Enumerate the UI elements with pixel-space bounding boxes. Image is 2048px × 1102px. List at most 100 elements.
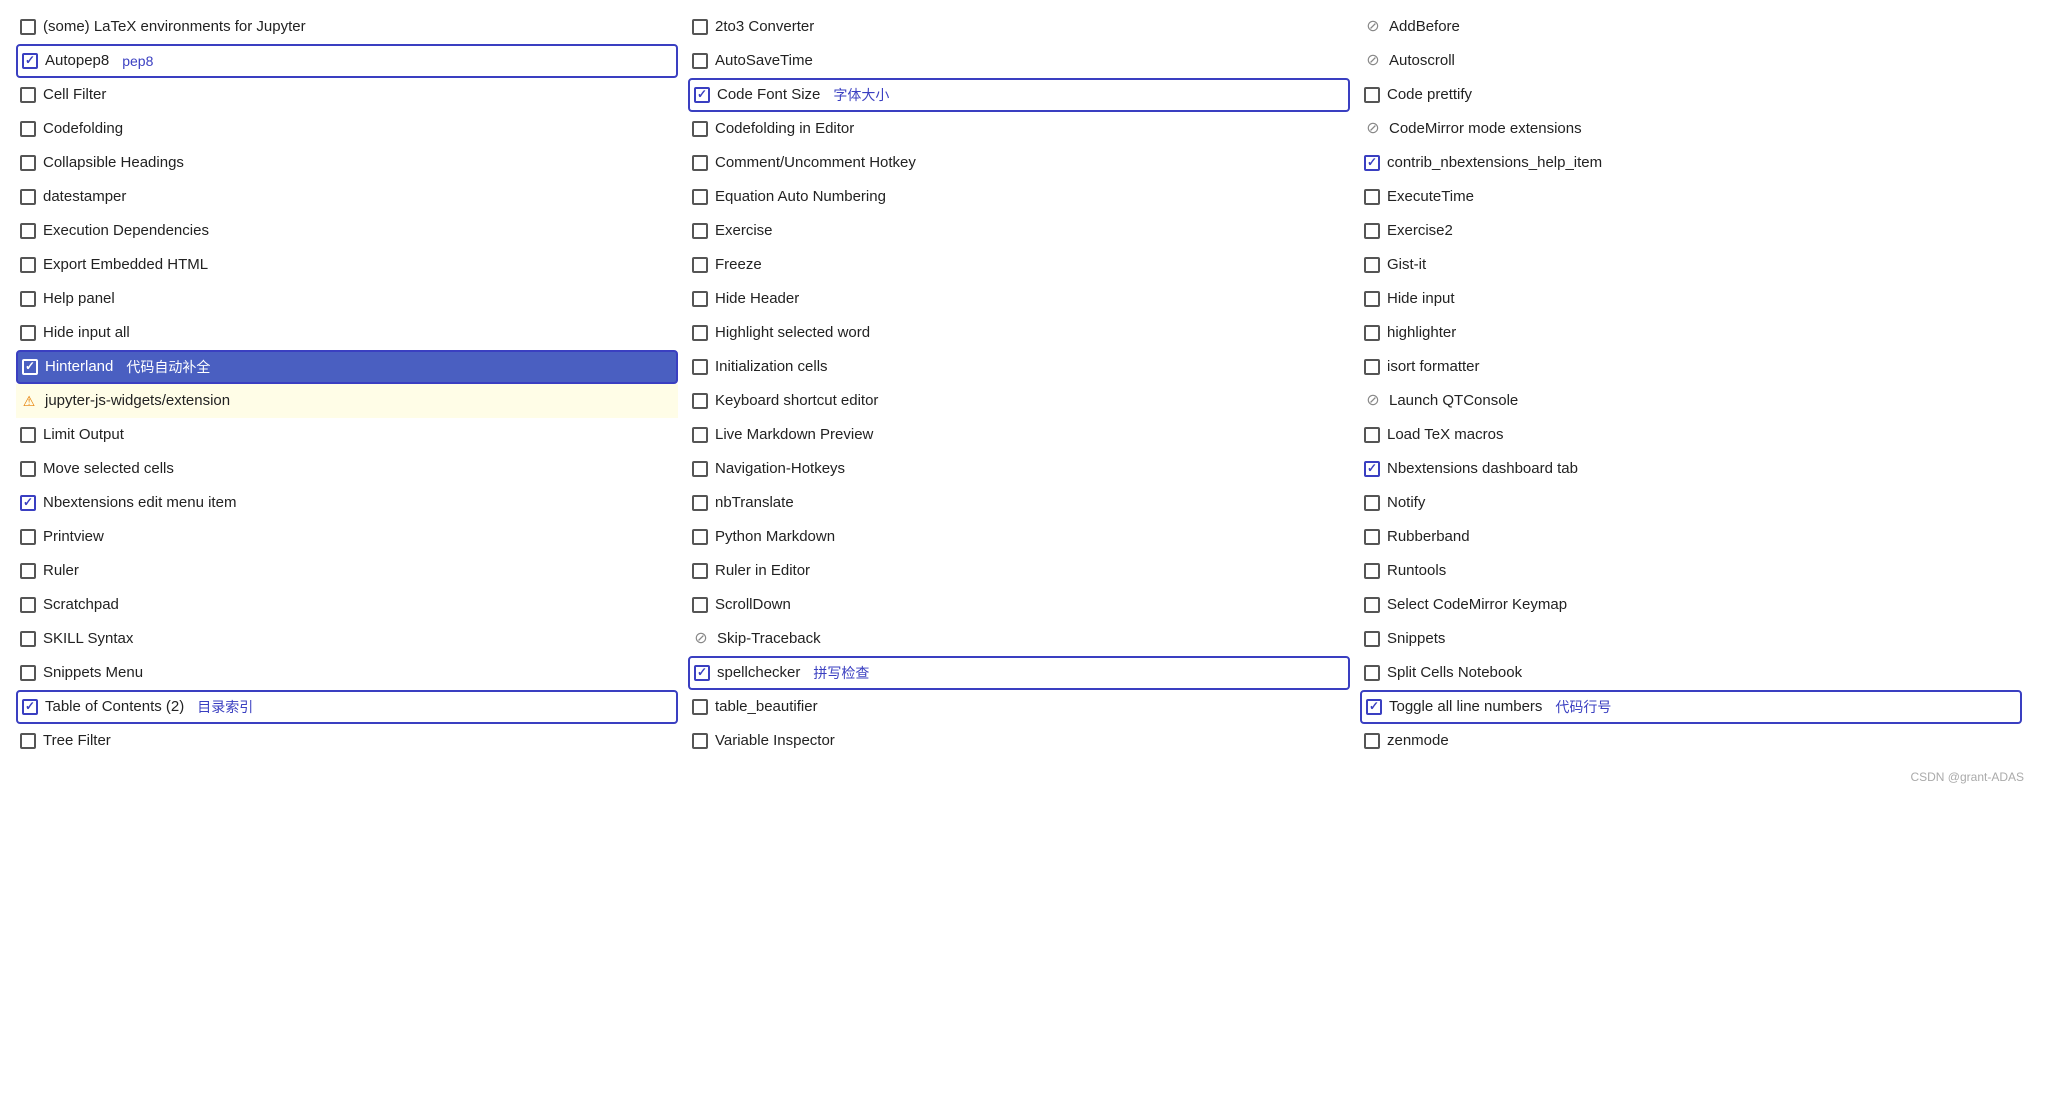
list-item-autosavetime[interactable]: AutoSaveTime xyxy=(688,44,1350,78)
checkbox-unchecked-scratchpad[interactable] xyxy=(20,597,36,613)
list-item-rubberband[interactable]: Rubberband xyxy=(1360,520,2022,554)
checkbox-unchecked-split-cells-notebook[interactable] xyxy=(1364,665,1380,681)
list-item-hide-header[interactable]: Hide Header xyxy=(688,282,1350,316)
checkbox-unchecked-nbtranslate[interactable] xyxy=(692,495,708,511)
list-item-codefolding[interactable]: Codefolding xyxy=(16,112,678,146)
list-item-skill-syntax[interactable]: SKILL Syntax xyxy=(16,622,678,656)
list-item-table-beautifier[interactable]: table_beautifier xyxy=(688,690,1350,724)
list-item-runtools[interactable]: Runtools xyxy=(1360,554,2022,588)
list-item-hinterland[interactable]: Hinterland代码自动补全 xyxy=(16,350,678,384)
checkbox-unchecked-rubberband[interactable] xyxy=(1364,529,1380,545)
checkbox-unchecked-ruler-in-editor[interactable] xyxy=(692,563,708,579)
checkbox-checked-toc2[interactable] xyxy=(22,699,38,715)
checkbox-unchecked-codefolding-editor[interactable] xyxy=(692,121,708,137)
list-item-tree-filter[interactable]: Tree Filter xyxy=(16,724,678,758)
checkbox-unchecked-load-tex-macros[interactable] xyxy=(1364,427,1380,443)
checkbox-unchecked-runtools[interactable] xyxy=(1364,563,1380,579)
checkbox-unchecked-collapsible-headings[interactable] xyxy=(20,155,36,171)
list-item-hide-input[interactable]: Hide input xyxy=(1360,282,2022,316)
list-item-highlighter[interactable]: highlighter xyxy=(1360,316,2022,350)
disabled-icon-autoscroll[interactable] xyxy=(1364,52,1382,70)
checkbox-unchecked-zenmode[interactable] xyxy=(1364,733,1380,749)
list-item-ruler-in-editor[interactable]: Ruler in Editor xyxy=(688,554,1350,588)
checkbox-unchecked-exercise2[interactable] xyxy=(1364,223,1380,239)
list-item-live-markdown-preview[interactable]: Live Markdown Preview xyxy=(688,418,1350,452)
checkbox-unchecked-limit-output[interactable] xyxy=(20,427,36,443)
checkbox-unchecked-isort-formatter[interactable] xyxy=(1364,359,1380,375)
checkbox-checked-contrib-nbextensions-help[interactable] xyxy=(1364,155,1380,171)
list-item-notify[interactable]: Notify xyxy=(1360,486,2022,520)
list-item-codefolding-editor[interactable]: Codefolding in Editor xyxy=(688,112,1350,146)
checkbox-unchecked-ruler[interactable] xyxy=(20,563,36,579)
list-item-snippets-menu[interactable]: Snippets Menu xyxy=(16,656,678,690)
list-item-hide-input-all[interactable]: Hide input all xyxy=(16,316,678,350)
checkbox-unchecked-freeze[interactable] xyxy=(692,257,708,273)
list-item-collapsible-headings[interactable]: Collapsible Headings xyxy=(16,146,678,180)
list-item-highlight-selected-word[interactable]: Highlight selected word xyxy=(688,316,1350,350)
checkbox-unchecked-highlight-selected-word[interactable] xyxy=(692,325,708,341)
list-item-nbtranslate[interactable]: nbTranslate xyxy=(688,486,1350,520)
checkbox-unchecked-skill-syntax[interactable] xyxy=(20,631,36,647)
list-item-help-panel[interactable]: Help panel xyxy=(16,282,678,316)
checkbox-unchecked-snippets-menu[interactable] xyxy=(20,665,36,681)
checkbox-unchecked-comment-uncomment[interactable] xyxy=(692,155,708,171)
list-item-nbextensions-dashboard-tab[interactable]: Nbextensions dashboard tab xyxy=(1360,452,2022,486)
warning-icon-jupyter-js-widgets[interactable] xyxy=(20,392,38,410)
checkbox-unchecked-python-markdown[interactable] xyxy=(692,529,708,545)
list-item-launch-qtconsole[interactable]: Launch QTConsole xyxy=(1360,384,2022,418)
checkbox-unchecked-exercise[interactable] xyxy=(692,223,708,239)
disabled-icon-launch-qtconsole[interactable] xyxy=(1364,392,1382,410)
checkbox-unchecked-printview[interactable] xyxy=(20,529,36,545)
list-item-exercise2[interactable]: Exercise2 xyxy=(1360,214,2022,248)
list-item-execution-dependencies[interactable]: Execution Dependencies xyxy=(16,214,678,248)
list-item-autopep8[interactable]: Autopep8pep8 xyxy=(16,44,678,78)
list-item-exercise[interactable]: Exercise xyxy=(688,214,1350,248)
checkbox-unchecked-autosavetime[interactable] xyxy=(692,53,708,69)
checkbox-unchecked-notify[interactable] xyxy=(1364,495,1380,511)
checkbox-unchecked-2to3-converter[interactable] xyxy=(692,19,708,35)
checkbox-unchecked-select-codemirror-keymap[interactable] xyxy=(1364,597,1380,613)
checkbox-unchecked-snippets[interactable] xyxy=(1364,631,1380,647)
list-item-snippets[interactable]: Snippets xyxy=(1360,622,2022,656)
list-item-codemirror-mode-ext[interactable]: CodeMirror mode extensions xyxy=(1360,112,2022,146)
checkbox-unchecked-highlighter[interactable] xyxy=(1364,325,1380,341)
checkbox-checked-nbextensions-dashboard-tab[interactable] xyxy=(1364,461,1380,477)
list-item-keyboard-shortcut-editor[interactable]: Keyboard shortcut editor xyxy=(688,384,1350,418)
list-item-equation-auto-numbering[interactable]: Equation Auto Numbering xyxy=(688,180,1350,214)
list-item-code-font-size[interactable]: Code Font Size字体大小 xyxy=(688,78,1350,112)
list-item-variable-inspector[interactable]: Variable Inspector xyxy=(688,724,1350,758)
disabled-icon-codemirror-mode-ext[interactable] xyxy=(1364,120,1382,138)
checkbox-unchecked-variable-inspector[interactable] xyxy=(692,733,708,749)
list-item-execute-time[interactable]: ExecuteTime xyxy=(1360,180,2022,214)
list-item-comment-uncomment[interactable]: Comment/Uncomment Hotkey xyxy=(688,146,1350,180)
checkbox-unchecked-hide-input[interactable] xyxy=(1364,291,1380,307)
list-item-gist-it[interactable]: Gist-it xyxy=(1360,248,2022,282)
list-item-scratchpad[interactable]: Scratchpad xyxy=(16,588,678,622)
checkbox-unchecked-keyboard-shortcut-editor[interactable] xyxy=(692,393,708,409)
checkbox-checked-autopep8[interactable] xyxy=(22,53,38,69)
checkbox-unchecked-hide-header[interactable] xyxy=(692,291,708,307)
disabled-icon-skip-traceback[interactable] xyxy=(692,630,710,648)
list-item-toggle-all-line-numbers[interactable]: Toggle all line numbers代码行号 xyxy=(1360,690,2022,724)
list-item-autoscroll[interactable]: Autoscroll xyxy=(1360,44,2022,78)
checkbox-unchecked-tree-filter[interactable] xyxy=(20,733,36,749)
checkbox-unchecked-code-prettify[interactable] xyxy=(1364,87,1380,103)
list-item-2to3-converter[interactable]: 2to3 Converter xyxy=(688,10,1350,44)
checkbox-unchecked-scrolldown[interactable] xyxy=(692,597,708,613)
list-item-contrib-nbextensions-help[interactable]: contrib_nbextensions_help_item xyxy=(1360,146,2022,180)
list-item-latex-jupyter[interactable]: (some) LaTeX environments for Jupyter xyxy=(16,10,678,44)
checkbox-unchecked-live-markdown-preview[interactable] xyxy=(692,427,708,443)
list-item-limit-output[interactable]: Limit Output xyxy=(16,418,678,452)
checkbox-unchecked-initialization-cells[interactable] xyxy=(692,359,708,375)
checkbox-unchecked-gist-it[interactable] xyxy=(1364,257,1380,273)
disabled-icon-addbefore[interactable] xyxy=(1364,18,1382,36)
list-item-navigation-hotkeys[interactable]: Navigation-Hotkeys xyxy=(688,452,1350,486)
list-item-skip-traceback[interactable]: Skip-Traceback xyxy=(688,622,1350,656)
list-item-zenmode[interactable]: zenmode xyxy=(1360,724,2022,758)
list-item-spellchecker[interactable]: spellchecker拼写检查 xyxy=(688,656,1350,690)
list-item-split-cells-notebook[interactable]: Split Cells Notebook xyxy=(1360,656,2022,690)
checkbox-unchecked-table-beautifier[interactable] xyxy=(692,699,708,715)
checkbox-unchecked-execute-time[interactable] xyxy=(1364,189,1380,205)
checkbox-checked-toggle-all-line-numbers[interactable] xyxy=(1366,699,1382,715)
list-item-export-embedded-html[interactable]: Export Embedded HTML xyxy=(16,248,678,282)
